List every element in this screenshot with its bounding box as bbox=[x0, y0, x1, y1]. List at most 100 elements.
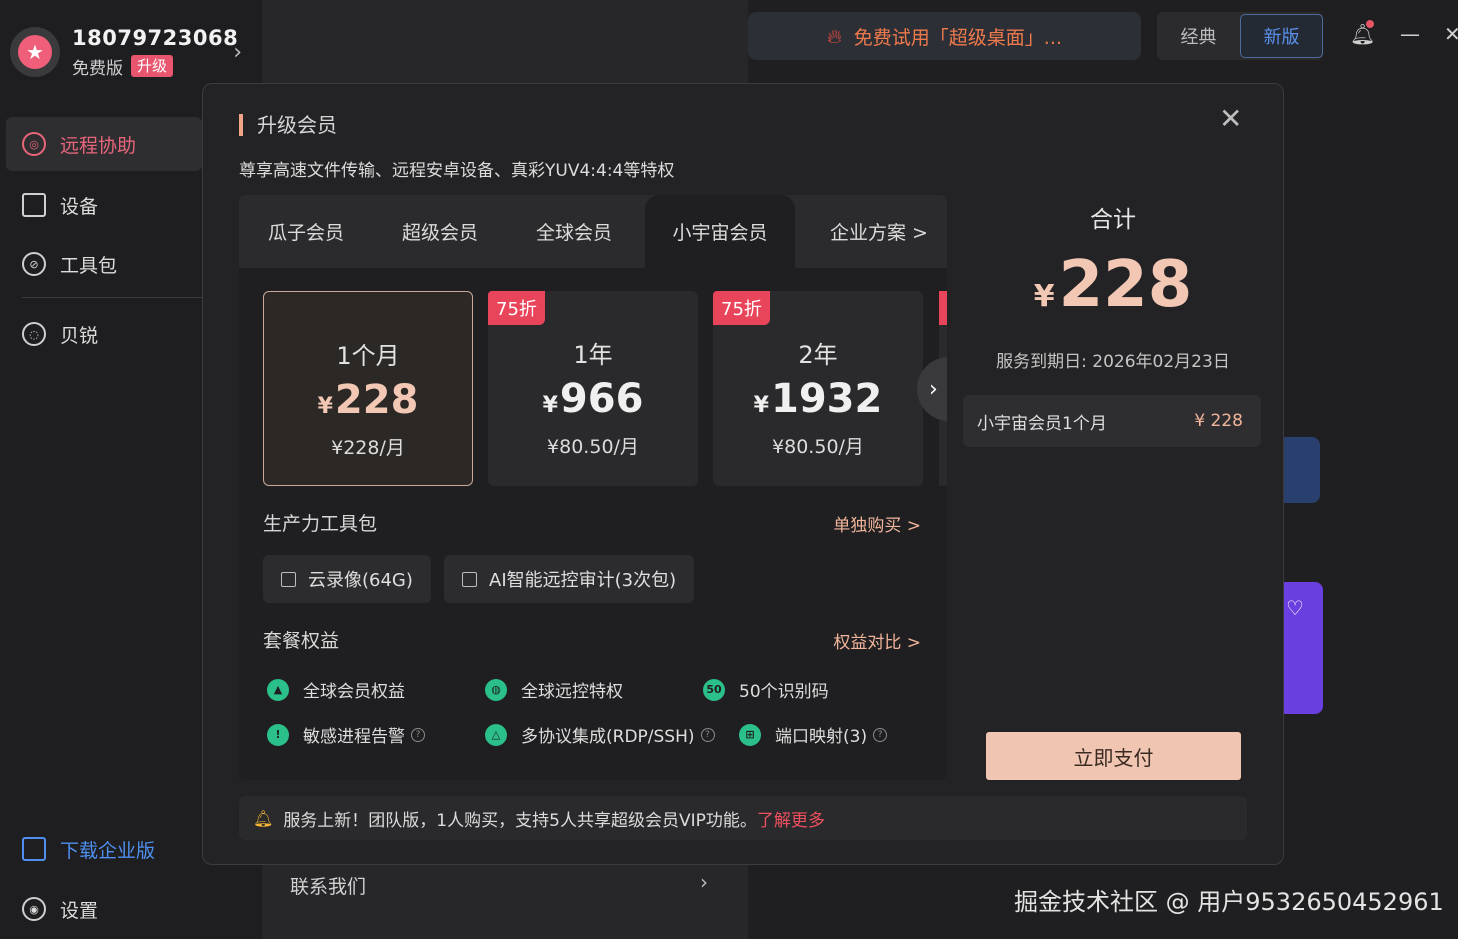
fire-icon: 🔥︎ bbox=[827, 24, 842, 48]
mode-new-button[interactable]: 新版 bbox=[1240, 14, 1323, 58]
background-card bbox=[1284, 437, 1320, 503]
user-phone: 18079723068 bbox=[72, 25, 239, 50]
benefit-item: ! 敏感进程告警 ? bbox=[267, 722, 425, 747]
currency-symbol: ¥ bbox=[1033, 279, 1055, 314]
avatar[interactable]: ★ bbox=[10, 27, 60, 77]
sidebar-item-toolkit[interactable]: ⊘ 工具包 bbox=[6, 237, 202, 291]
chevron-right-icon[interactable]: › bbox=[233, 40, 242, 65]
close-window-icon[interactable]: ✕ bbox=[1444, 22, 1458, 46]
plan-price: 228 bbox=[334, 377, 419, 423]
download-label: 下载企业版 bbox=[60, 839, 156, 862]
help-icon[interactable]: ? bbox=[411, 727, 425, 742]
close-icon[interactable]: ✕ bbox=[1219, 102, 1242, 135]
benefit-item: ◍ 全球远控特权 bbox=[485, 677, 623, 702]
minimize-icon[interactable]: — bbox=[1400, 22, 1420, 46]
currency-symbol: ¥ bbox=[753, 393, 769, 418]
mode-switch: 经典 新版 bbox=[1157, 12, 1323, 60]
settings-label: 设置 bbox=[60, 899, 99, 922]
notice-bar: 🔔︎ 服务上新！团队版，1人购买，支持5人共享超级会员VIP功能。 了解更多 bbox=[239, 796, 1247, 840]
tab-cosmos[interactable]: 小宇宙会员 bbox=[645, 195, 795, 268]
expiry-date: 服务到期日: 2026年02月23日 bbox=[996, 352, 1230, 372]
watermark: 掘金技术社区 @ 用户9532650452961 bbox=[1014, 888, 1444, 916]
addon-cloud-recording[interactable]: 云录像(64G) bbox=[263, 555, 431, 603]
sidebar-item-remote-assist[interactable]: ◎ 远程协助 bbox=[6, 117, 202, 171]
plan-card-1-month[interactable]: 1个月 ¥228 ¥228/月 bbox=[263, 291, 473, 486]
benefit-item: △ 多协议集成(RDP/SSH) ? bbox=[485, 722, 715, 747]
order-item-amount: ¥ 228 bbox=[1194, 411, 1243, 431]
oray-icon: ◌ bbox=[22, 322, 46, 346]
benefit-label: 敏感进程告警 bbox=[303, 727, 405, 747]
currency-symbol: ¥ bbox=[542, 393, 558, 418]
app-window: ★ 18079723068 免费版 升级 › ◎ 远程协助 设备 ⊘ 工具包 ◌ bbox=[0, 0, 1458, 939]
summary-price: 228 bbox=[1058, 248, 1193, 322]
help-icon[interactable]: ? bbox=[700, 727, 715, 742]
compare-benefits-link[interactable]: 权益对比 > bbox=[833, 628, 921, 653]
sidebar-item-label: 设备 bbox=[60, 195, 99, 218]
plan-monthly: ¥228/月 bbox=[331, 437, 405, 459]
sidebar-item-devices[interactable]: 设备 bbox=[6, 178, 202, 232]
sidebar-divider bbox=[22, 297, 202, 298]
sidebar-item-oray[interactable]: ◌ 贝锐 bbox=[6, 307, 202, 361]
modal-title: 升级会员 bbox=[239, 114, 337, 136]
buy-separately-link[interactable]: 单独购买 > bbox=[833, 511, 921, 536]
notice-text: 服务上新！团队版，1人购买，支持5人共享超级会员VIP功能。 bbox=[283, 810, 757, 831]
tab-super[interactable]: 超级会员 bbox=[373, 195, 507, 268]
promo-text: 免费试用「超级桌面」... bbox=[853, 26, 1062, 49]
addon-ai-audit[interactable]: AI智能远控审计(3次包) bbox=[444, 555, 695, 603]
upgrade-badge[interactable]: 升级 bbox=[131, 55, 174, 77]
building-icon bbox=[22, 837, 46, 861]
sidebar-item-label: 贝锐 bbox=[60, 324, 99, 347]
summary-title: 合计 bbox=[1090, 207, 1136, 233]
tab-enterprise[interactable]: 企业方案 > bbox=[807, 195, 947, 268]
toolkit-title: 生产力工具包 bbox=[263, 513, 378, 535]
benefits-title: 套餐权益 bbox=[263, 630, 340, 652]
alert-icon: ! bbox=[267, 723, 289, 746]
learn-more-link[interactable]: 了解更多 bbox=[757, 806, 825, 831]
discount-badge-peek bbox=[939, 291, 947, 325]
benefit-item: ▲ 全球会员权益 bbox=[267, 677, 405, 702]
order-line-item: 小宇宙会员1个月 ¥ 228 bbox=[963, 395, 1261, 447]
summary-total: ¥228 bbox=[963, 248, 1263, 322]
tab-global[interactable]: 全球会员 bbox=[507, 195, 641, 268]
user-plan: 免费版 bbox=[72, 58, 123, 79]
plan-monthly: ¥80.50/月 bbox=[547, 436, 639, 458]
user-profile[interactable]: ★ 18079723068 免费版 升级 › bbox=[10, 24, 250, 80]
discount-badge: 75折 bbox=[488, 291, 545, 325]
rocket-icon: ▲ bbox=[267, 678, 289, 701]
plan-price: 966 bbox=[559, 376, 644, 422]
download-enterprise-link[interactable]: 下载企业版 bbox=[6, 822, 202, 876]
plan-monthly: ¥80.50/月 bbox=[772, 436, 864, 458]
protocol-icon: △ bbox=[485, 723, 507, 746]
addon-label: AI智能远控审计(3次包) bbox=[489, 570, 677, 591]
globe-icon: ◍ bbox=[485, 678, 507, 701]
benefit-label: 全球远控特权 bbox=[521, 682, 623, 702]
benefit-label: 全球会员权益 bbox=[303, 682, 405, 702]
help-icon[interactable]: ? bbox=[873, 727, 888, 742]
star-icon: ★ bbox=[18, 35, 52, 69]
plan-duration: 2年 bbox=[798, 341, 838, 369]
plan-card-1-year[interactable]: 75折 1年 ¥966 ¥80.50/月 bbox=[488, 291, 698, 486]
checkbox[interactable] bbox=[462, 571, 477, 587]
tab-guazi[interactable]: 瓜子会员 bbox=[239, 195, 373, 268]
checkbox[interactable] bbox=[281, 571, 296, 587]
compass-icon: ⊘ bbox=[22, 252, 46, 276]
bell-icon: 🔔︎ bbox=[253, 808, 274, 828]
mode-classic-button[interactable]: 经典 bbox=[1157, 14, 1240, 58]
benefit-item: 50 50个识别码 bbox=[703, 677, 829, 702]
benefit-item: ⊞ 端口映射(3) ? bbox=[739, 722, 888, 747]
benefit-label: 端口映射(3) bbox=[775, 727, 868, 747]
chevron-right-icon[interactable]: › bbox=[700, 870, 708, 894]
plan-duration: 1个月 bbox=[336, 342, 400, 370]
port-mapping-icon: ⊞ bbox=[739, 723, 761, 746]
sidebar-item-label: 工具包 bbox=[60, 254, 118, 277]
benefit-label: 50个识别码 bbox=[739, 682, 829, 702]
pay-now-button[interactable]: 立即支付 bbox=[986, 732, 1241, 780]
heart-icon: ♡ bbox=[1286, 596, 1304, 620]
plan-card-2-year[interactable]: 75折 2年 ¥1932 ¥80.50/月 bbox=[713, 291, 923, 486]
contact-us-link[interactable]: 联系我们 bbox=[290, 872, 366, 899]
gear-icon: ◉ bbox=[22, 897, 46, 921]
sidebar-item-settings[interactable]: ◉ 设置 bbox=[6, 882, 202, 936]
plan-price: 1932 bbox=[770, 376, 883, 422]
promo-banner[interactable]: 🔥︎ 免费试用「超级桌面」... bbox=[748, 12, 1141, 60]
addon-label: 云录像(64G) bbox=[308, 570, 413, 591]
